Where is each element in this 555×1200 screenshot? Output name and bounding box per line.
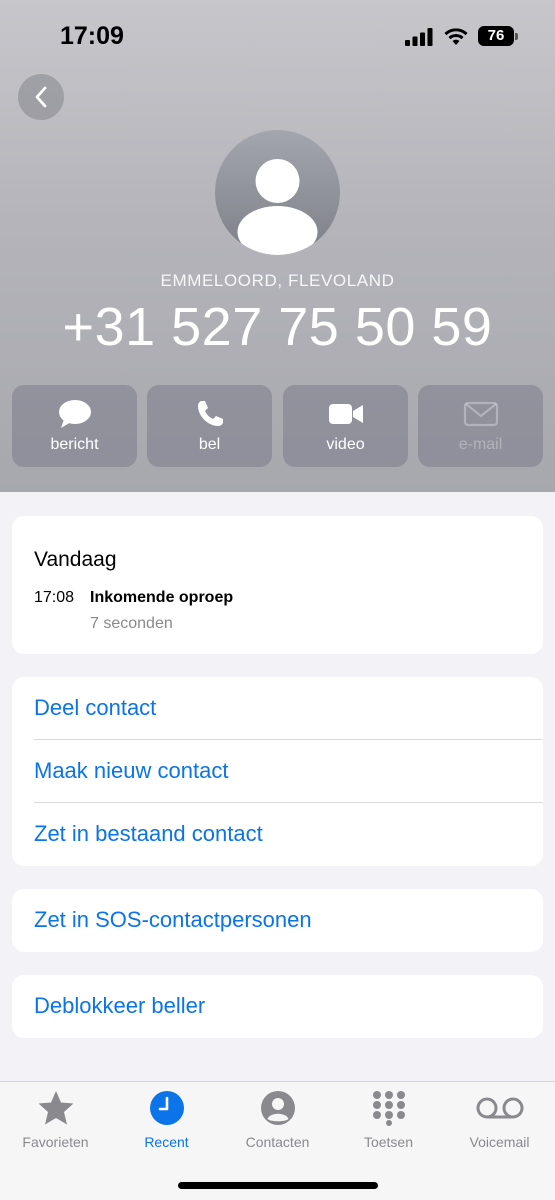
star-icon	[38, 1091, 73, 1125]
contact-options-card: Deel contact Maak nieuw contact Zet in b…	[12, 677, 543, 866]
call-label: bel	[198, 436, 221, 453]
tab-keypad-label: Toetsen	[363, 1134, 414, 1150]
person-silhouette-icon	[237, 159, 318, 255]
create-new-contact-label: Maak nieuw contact	[34, 758, 229, 783]
tab-favorites[interactable]: Favorieten	[0, 1082, 111, 1162]
contact-header: 17:09 76 EMMELOORD, FLEVOLAND +31 527 75…	[0, 0, 555, 492]
add-to-existing-contact-button[interactable]: Zet in bestaand contact	[12, 803, 543, 866]
tab-favorites-label: Favorieten	[22, 1134, 89, 1150]
home-indicator	[178, 1182, 378, 1189]
tab-recent[interactable]: Recent	[111, 1082, 222, 1162]
recent-call-time: 17:08	[34, 589, 75, 606]
video-icon	[328, 404, 363, 424]
recent-call-duration: 7 seconden	[90, 615, 173, 632]
add-to-existing-contact-label: Zet in bestaand contact	[34, 821, 263, 846]
person-circle-icon	[260, 1091, 295, 1125]
tab-contacts[interactable]: Contacten	[222, 1082, 333, 1162]
contact-avatar	[215, 130, 340, 255]
contact-location: EMMELOORD, FLEVOLAND	[160, 271, 395, 290]
video-label: video	[326, 436, 365, 453]
unblock-caller-button[interactable]: Deblokkeer beller	[12, 975, 543, 1038]
share-contact-label: Deel contact	[34, 695, 157, 720]
tab-keypad[interactable]: Toetsen	[333, 1082, 444, 1162]
chevron-left-icon	[35, 86, 47, 108]
recent-day: Vandaag	[34, 548, 117, 571]
message-button[interactable]: bericht	[12, 385, 137, 467]
sos-card: Zet in SOS-contactpersonen	[12, 889, 543, 952]
block-card: Deblokkeer beller	[12, 975, 543, 1038]
phone-icon	[197, 401, 223, 426]
call-button[interactable]: bel	[147, 385, 272, 467]
add-to-sos-contacts-button[interactable]: Zet in SOS-contactpersonen	[12, 889, 543, 952]
tab-voicemail-label: Voicemail	[469, 1134, 530, 1150]
unblock-caller-label: Deblokkeer beller	[34, 993, 206, 1018]
mail-icon	[463, 401, 498, 427]
wifi-icon	[444, 28, 468, 45]
video-button[interactable]: video	[283, 385, 408, 467]
tab-voicemail[interactable]: Voicemail	[444, 1082, 555, 1162]
status-bar: 17:09 76	[0, 0, 555, 70]
recent-call-type: Inkomende oproep	[90, 589, 234, 606]
back-button[interactable]	[18, 74, 64, 120]
contact-phone-number: +31 527 75 50 59	[62, 297, 493, 357]
share-contact-button[interactable]: Deel contact	[12, 677, 543, 740]
tab-contacts-label: Contacten	[245, 1134, 310, 1150]
status-time: 17:09	[60, 22, 124, 50]
add-to-sos-contacts-label: Zet in SOS-contactpersonen	[34, 907, 312, 932]
message-label: bericht	[50, 436, 99, 453]
message-icon	[58, 400, 91, 428]
email-label: e-mail	[458, 436, 503, 453]
email-button[interactable]: e-mail	[418, 385, 543, 467]
recent-call-card: Vandaag 17:08 Inkomende oproep 7 seconde…	[12, 516, 543, 654]
create-new-contact-button[interactable]: Maak nieuw contact	[12, 740, 543, 803]
tab-bar: Favorieten Recent Contacten Toetsen Voic…	[0, 1081, 555, 1200]
keypad-icon	[372, 1091, 405, 1126]
battery-indicator: 76	[478, 26, 518, 46]
tab-recent-label: Recent	[144, 1134, 189, 1150]
clock-icon	[149, 1091, 184, 1125]
voicemail-icon	[476, 1097, 523, 1119]
cellular-signal-icon	[405, 28, 433, 46]
